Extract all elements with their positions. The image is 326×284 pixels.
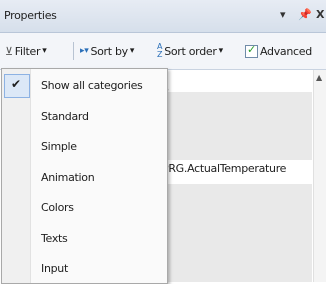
sort-by-button[interactable]: ▸▾ Sort by ▾: [80, 43, 134, 59]
menu-item[interactable]: Input: [2, 255, 167, 283]
vertical-scrollbar[interactable]: ▲: [313, 70, 326, 282]
advanced-label: Advanced: [260, 44, 312, 58]
property-value: PRG.ActualTemperature: [162, 162, 287, 175]
table-row[interactable]: PRG.ActualTemperature: [150, 160, 312, 184]
pin-icon[interactable]: 📌: [298, 8, 312, 22]
menu-item[interactable]: Texts: [2, 225, 167, 253]
toolbar-separator: [73, 42, 74, 60]
chevron-down-icon: ▾: [42, 46, 47, 56]
window-position-dropdown-icon[interactable]: ▾: [280, 8, 286, 22]
menu-item-label: Show all categories: [41, 79, 143, 92]
filter-icon: ⊻: [5, 44, 13, 58]
menu-item[interactable]: Simple: [2, 133, 167, 161]
menu-item-label: Standard: [41, 109, 89, 123]
menu-item[interactable]: Colors: [2, 194, 167, 222]
sort-by-label: Sort by: [90, 44, 128, 58]
table-row: [150, 92, 312, 160]
properties-toolbar: ⊻ Filter ▾ ▸▾ Sort by ▾ AZ Sort order ▾ …: [0, 33, 326, 70]
sort-icon: ▸▾: [80, 46, 89, 56]
sort-order-button[interactable]: AZ Sort order ▾: [157, 43, 223, 59]
advanced-checkbox[interactable]: [245, 43, 258, 58]
checkmark-icon: ✔: [4, 74, 30, 98]
table-row[interactable]: e: [150, 70, 312, 96]
sort-az-icon: AZ: [157, 42, 163, 59]
menu-item-label: Simple: [41, 140, 77, 153]
advanced-toggle[interactable]: Advanced: [245, 43, 312, 59]
menu-item[interactable]: Animation: [2, 164, 167, 192]
menu-item[interactable]: Standard: [2, 103, 167, 131]
menu-item-label: Animation: [41, 170, 95, 184]
chevron-down-icon: ▾: [218, 46, 224, 56]
filter-dropdown-menu: ✔ Show all categories Standard Simple Animat…: [1, 68, 168, 284]
chevron-down-icon: ▾: [129, 46, 135, 56]
menu-item[interactable]: ✔ Show all categories: [2, 72, 167, 100]
table-row: [150, 184, 312, 282]
properties-title-bar: Properties ▾ 📌 X: [0, 0, 326, 33]
menu-item-label: Input: [41, 262, 68, 275]
filter-button[interactable]: ⊻ Filter ▾: [5, 43, 47, 59]
panel-title: Properties: [4, 9, 57, 22]
sort-order-label: Sort order: [164, 44, 217, 58]
close-icon[interactable]: X: [316, 8, 324, 22]
menu-item-label: Colors: [41, 201, 74, 214]
menu-item-label: Texts: [41, 231, 68, 245]
scroll-up-icon[interactable]: ▲: [316, 73, 322, 82]
filter-label: Filter: [14, 44, 41, 58]
